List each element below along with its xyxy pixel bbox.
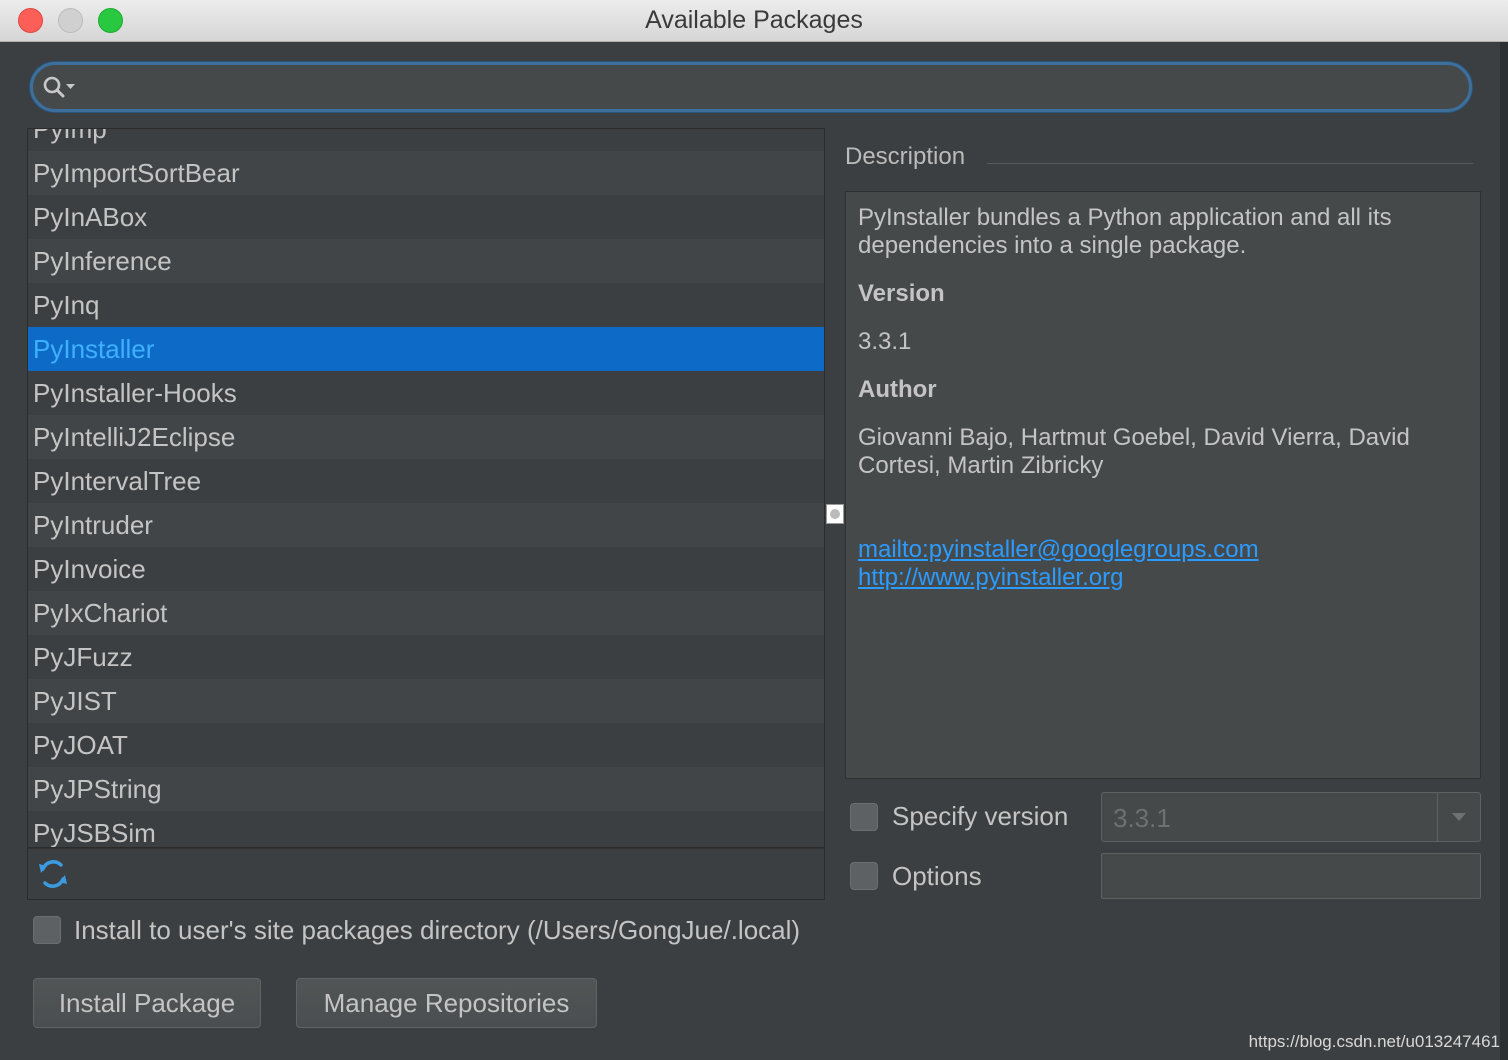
package-row[interactable]: PyInvoice bbox=[28, 547, 824, 591]
select-divider bbox=[1437, 793, 1438, 841]
package-row[interactable]: PyIntervalTree bbox=[28, 459, 824, 503]
search-icon[interactable] bbox=[41, 74, 81, 100]
homepage-link[interactable]: http://www.pyinstaller.org bbox=[858, 564, 1468, 592]
window-title: Available Packages bbox=[645, 6, 863, 34]
package-row[interactable]: PyIntelliJ2Eclipse bbox=[28, 415, 824, 459]
package-row[interactable]: PyJPString bbox=[28, 767, 824, 811]
options-input[interactable] bbox=[1101, 853, 1481, 899]
package-row[interactable]: PyInABox bbox=[28, 195, 824, 239]
chevron-down-icon[interactable] bbox=[1451, 811, 1467, 823]
version-select[interactable]: 3.3.1 bbox=[1101, 792, 1481, 842]
package-row[interactable]: PyJIST bbox=[28, 679, 824, 723]
author-heading: Author bbox=[858, 376, 937, 403]
author-value: Giovanni Bajo, Hartmut Goebel, David Vie… bbox=[858, 424, 1410, 479]
title-bar: Available Packages bbox=[0, 0, 1508, 42]
description-panel: PyInstaller bundles a Python application… bbox=[845, 191, 1481, 779]
description-text: PyInstaller bundles a Python application… bbox=[858, 204, 1392, 259]
install-user-label: Install to user's site packages director… bbox=[74, 915, 801, 945]
description-separator bbox=[987, 163, 1473, 164]
package-row[interactable]: PyImp bbox=[28, 129, 824, 151]
options-label: Options bbox=[892, 861, 982, 891]
manage-repositories-button[interactable]: Manage Repositories bbox=[296, 978, 597, 1028]
package-list-toolbar bbox=[27, 848, 825, 900]
package-row[interactable]: PyJSBSim bbox=[28, 811, 824, 847]
search-input[interactable] bbox=[89, 71, 1449, 103]
install-user-checkbox[interactable] bbox=[33, 916, 61, 944]
window-edge bbox=[1500, 42, 1508, 1060]
package-row[interactable]: PyJOAT bbox=[28, 723, 824, 767]
email-link[interactable]: mailto:pyinstaller@googlegroups.com bbox=[858, 536, 1468, 564]
description-label: Description bbox=[845, 143, 966, 170]
version-value: 3.3.1 bbox=[858, 328, 912, 355]
version-select-value: 3.3.1 bbox=[1113, 803, 1171, 833]
splitter-handle[interactable] bbox=[826, 504, 844, 524]
description-links: mailto:pyinstaller@googlegroups.com http… bbox=[858, 536, 1468, 592]
options-checkbox[interactable] bbox=[850, 862, 878, 890]
watermark: https://blog.csdn.net/u013247461 bbox=[1248, 1032, 1500, 1051]
package-list-rows: PyImp PyImportSortBear PyInABox PyInference… bbox=[28, 129, 824, 847]
install-package-button[interactable]: Install Package bbox=[33, 978, 261, 1028]
package-row[interactable]: PyInstaller-Hooks bbox=[28, 371, 824, 415]
specify-version-label: Specify version bbox=[892, 801, 1069, 831]
package-row-selected[interactable]: PyInstaller bbox=[28, 327, 824, 371]
package-row[interactable]: PyIntruder bbox=[28, 503, 824, 547]
package-row[interactable]: PyIxChariot bbox=[28, 591, 824, 635]
package-list[interactable]: PyImp PyImportSortBear PyInABox PyInference… bbox=[27, 128, 825, 848]
specify-version-checkbox[interactable] bbox=[850, 803, 878, 831]
package-row[interactable]: PyJFuzz bbox=[28, 635, 824, 679]
refresh-icon[interactable] bbox=[36, 857, 70, 891]
version-heading: Version bbox=[858, 280, 945, 307]
package-row[interactable]: PyImportSortBear bbox=[28, 151, 824, 195]
search-box[interactable] bbox=[30, 62, 1472, 112]
package-row[interactable]: PyInq bbox=[28, 283, 824, 327]
package-row[interactable]: PyInference bbox=[28, 239, 824, 283]
